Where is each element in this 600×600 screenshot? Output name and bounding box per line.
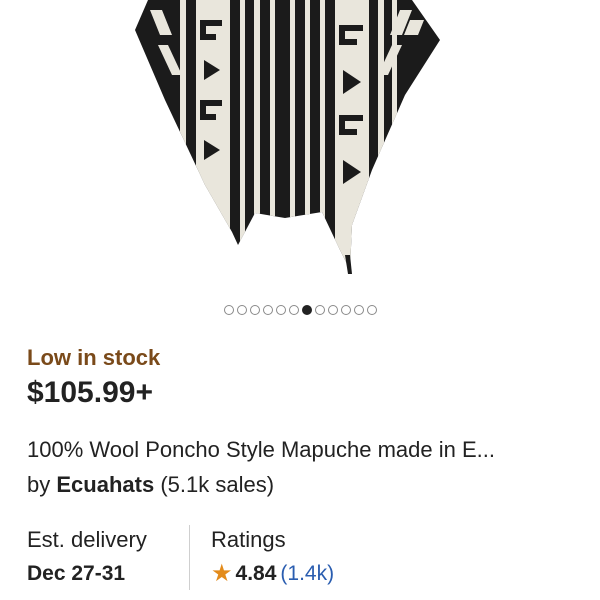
carousel-dot[interactable] bbox=[249, 305, 260, 315]
carousel-dot[interactable] bbox=[262, 305, 273, 315]
product-listing: Low in stock $105.99+ 100% Wool Poncho S… bbox=[0, 0, 600, 600]
carousel-dot[interactable] bbox=[340, 305, 351, 315]
carousel-dot[interactable] bbox=[223, 305, 234, 315]
delivery-date: Dec 27-31 bbox=[27, 562, 126, 585]
price: $105.99+ bbox=[27, 376, 153, 409]
seller-prefix: by bbox=[27, 472, 51, 497]
ratings-value: ★ 4.84 (1.4k) bbox=[211, 562, 334, 586]
delivery-label: Est. delivery bbox=[27, 527, 147, 552]
poncho-illustration bbox=[135, 0, 440, 274]
carousel-dot[interactable] bbox=[301, 305, 312, 315]
carousel-dot[interactable] bbox=[353, 305, 364, 315]
ratings-info[interactable]: Ratings ★ 4.84 (1.4k) bbox=[211, 525, 334, 590]
rating-score: 4.84 bbox=[235, 562, 277, 585]
seller-name[interactable]: Ecuahats bbox=[56, 472, 154, 497]
carousel-indicator[interactable] bbox=[0, 305, 600, 315]
seller-sales: (5.1k sales) bbox=[160, 472, 275, 497]
carousel-dot[interactable] bbox=[236, 305, 247, 315]
star-icon: ★ bbox=[211, 560, 233, 587]
rating-count[interactable]: (1.4k) bbox=[280, 562, 334, 586]
info-divider bbox=[189, 525, 190, 590]
carousel-dot[interactable] bbox=[314, 305, 325, 315]
carousel-dot[interactable] bbox=[366, 305, 377, 315]
carousel-dot[interactable] bbox=[327, 305, 338, 315]
product-title[interactable]: 100% Wool Poncho Style Mapuche made in E… bbox=[27, 437, 495, 463]
carousel-dot[interactable] bbox=[288, 305, 299, 315]
seller-info: by Ecuahats (5.1k sales) bbox=[27, 472, 274, 498]
delivery-info: Est. delivery Dec 27-31 bbox=[27, 525, 147, 590]
product-image[interactable] bbox=[0, 0, 600, 290]
ratings-label: Ratings bbox=[211, 527, 286, 552]
carousel-dot[interactable] bbox=[275, 305, 286, 315]
stock-status: Low in stock bbox=[27, 345, 161, 370]
